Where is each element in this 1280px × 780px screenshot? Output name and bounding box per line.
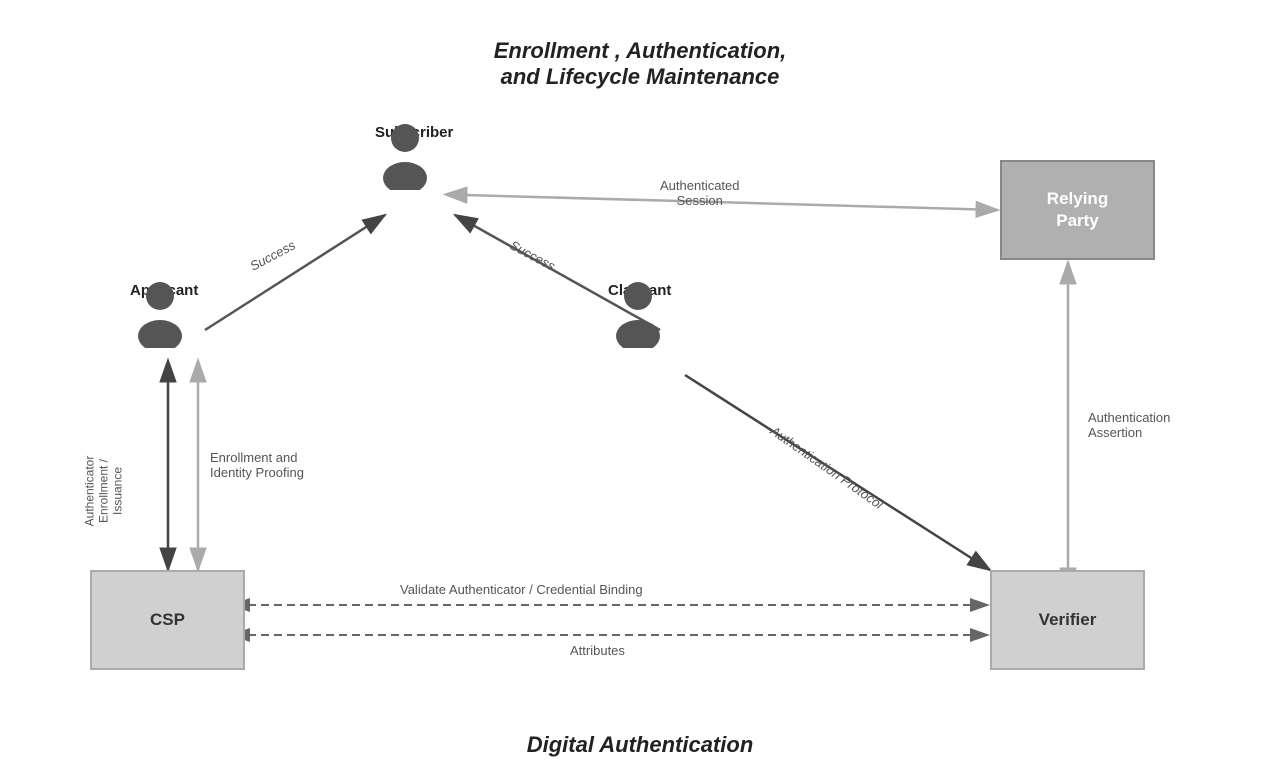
subscriber-person: Subscriber xyxy=(375,120,453,141)
claimant-person: Claimant xyxy=(608,278,671,299)
validate-authenticator-label: Validate Authenticator / Credential Bind… xyxy=(400,582,643,597)
subscriber-icon xyxy=(375,120,435,190)
authenticator-enrollment-label: AuthenticatorEnrollment /Issuance xyxy=(82,456,124,527)
applicant-person: Applicant xyxy=(130,278,198,299)
verifier-box: Verifier xyxy=(990,570,1145,670)
applicant-icon xyxy=(130,278,190,348)
relying-party-box: RelyingParty xyxy=(1000,160,1155,260)
claimant-icon xyxy=(608,278,668,348)
verifier-label: Verifier xyxy=(1039,610,1097,630)
enrollment-identity-label: Enrollment andIdentity Proofing xyxy=(210,450,304,480)
relying-party-label: RelyingParty xyxy=(1047,188,1108,232)
attributes-label: Attributes xyxy=(570,643,625,658)
csp-label: CSP xyxy=(150,610,185,630)
csp-box: CSP xyxy=(90,570,245,670)
authentication-assertion-label: AuthenticationAssertion xyxy=(1088,395,1170,440)
authenticated-session-label: Authenticated Session xyxy=(660,178,740,208)
diagram-container: Enrollment , Authentication, and Lifecyc… xyxy=(0,0,1280,780)
